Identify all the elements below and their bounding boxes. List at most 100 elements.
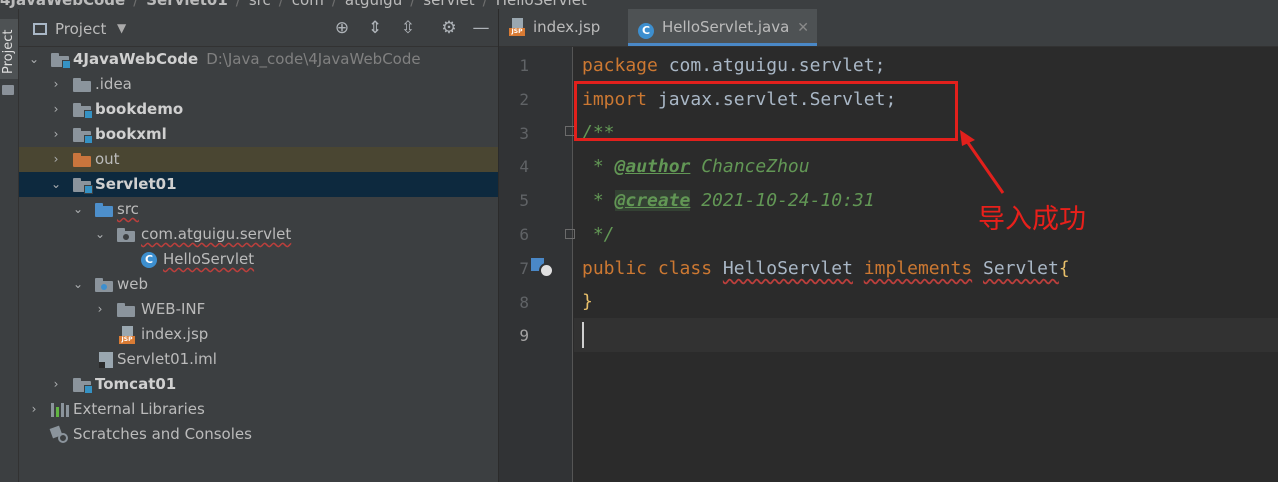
libraries-icon bbox=[51, 403, 69, 417]
gear-icon[interactable]: ⚙ bbox=[439, 18, 459, 38]
tree-item-external-libraries[interactable]: › External Libraries bbox=[19, 397, 498, 422]
folder-icon bbox=[73, 78, 91, 92]
project-view-selector[interactable]: Project bbox=[55, 20, 106, 38]
module-file-icon bbox=[99, 352, 113, 368]
expand-all-icon[interactable]: ⇕ bbox=[365, 18, 385, 38]
code-line-8: } bbox=[582, 291, 593, 312]
tree-item-root-label: 4JavaWebCode bbox=[73, 50, 199, 68]
tree-item-root[interactable]: ⌄ 4JavaWebCode D:\Java_code\4JavaWebCode bbox=[19, 47, 498, 72]
chevron-right-icon[interactable]: › bbox=[27, 397, 41, 422]
web-folder-icon bbox=[95, 278, 113, 292]
tree-item-label: src bbox=[117, 200, 139, 218]
tree-item-label: web bbox=[117, 275, 149, 293]
breadcrumb-item-class[interactable]: HelloServlet bbox=[496, 0, 587, 9]
tree-item-label: WEB-INF bbox=[141, 300, 206, 318]
code-line-1: package com.atguigu.servlet; bbox=[582, 55, 886, 76]
breadcrumb-item-project[interactable]: 4JavaWebCode bbox=[0, 0, 125, 9]
close-icon[interactable]: ✕ bbox=[797, 20, 809, 36]
tree-item-idea[interactable]: › .idea bbox=[19, 72, 498, 97]
tree-item-label: bookdemo bbox=[95, 100, 184, 118]
jsp-file-icon: JSP bbox=[119, 326, 135, 344]
tab-index-jsp[interactable]: JSP index.jsp bbox=[509, 9, 600, 46]
tab-helloservlet-java[interactable]: C HelloServlet.java ✕ bbox=[628, 9, 818, 46]
module-folder-icon bbox=[73, 178, 93, 194]
code-line-6: */ bbox=[582, 224, 615, 245]
line-number: 3 bbox=[519, 124, 529, 143]
project-panel: Project ▼ ⊕ ⇕ ⇳ ⚙ — ⌄ 4JavaWebCode D:\Jav… bbox=[19, 9, 498, 482]
chevron-down-icon[interactable]: ⌄ bbox=[71, 197, 85, 222]
code-line-5: * @create 2021-10-24-10:31 bbox=[582, 190, 875, 211]
project-panel-header: Project ▼ ⊕ ⇕ ⇳ ⚙ — bbox=[19, 9, 498, 47]
breadcrumb-item-atguigu[interactable]: atguigu bbox=[345, 0, 402, 9]
package-icon bbox=[117, 228, 135, 242]
locate-icon[interactable]: ⊕ bbox=[332, 18, 352, 38]
chevron-down-icon[interactable]: ⌄ bbox=[49, 172, 63, 197]
collapse-all-icon[interactable]: ⇳ bbox=[398, 18, 418, 38]
class-icon: C bbox=[638, 23, 654, 39]
current-line-highlight bbox=[574, 318, 1278, 352]
chevron-right-icon[interactable]: › bbox=[93, 297, 107, 322]
line-number: 4 bbox=[519, 157, 529, 176]
chevron-right-icon[interactable]: › bbox=[49, 72, 63, 97]
tree-item-bookxml[interactable]: › bookxml bbox=[19, 122, 498, 147]
tree-item-webinf[interactable]: › WEB-INF bbox=[19, 297, 498, 322]
tree-item-servlet01[interactable]: ⌄ Servlet01 bbox=[19, 172, 498, 197]
tree-item-indexjsp[interactable]: JSP index.jsp bbox=[19, 322, 498, 347]
breadcrumb-item-module[interactable]: Servlet01 bbox=[146, 0, 228, 9]
breadcrumb-item-src[interactable]: src bbox=[249, 0, 271, 9]
breadcrumb: 4JavaWebCode / Servlet01/src / com / atguigu / s… bbox=[0, 0, 1278, 9]
code-line-7: public class HelloServlet implements Ser… bbox=[582, 258, 1070, 279]
chevron-down-icon[interactable]: ⌄ bbox=[93, 222, 107, 247]
project-tool-tab-label: Project bbox=[1, 29, 16, 74]
tree-item-web[interactable]: ⌄ web bbox=[19, 272, 498, 297]
line-number: 1 bbox=[519, 56, 529, 75]
tree-item-label: index.jsp bbox=[141, 325, 209, 343]
line-number: 8 bbox=[519, 293, 529, 312]
breadcrumb-item-com[interactable]: com bbox=[292, 0, 324, 9]
line-number: 7 bbox=[519, 259, 529, 278]
scratches-icon bbox=[49, 425, 69, 443]
breadcrumb-item-servlet[interactable]: servlet bbox=[423, 0, 474, 9]
excluded-folder-icon bbox=[73, 153, 91, 167]
tree-item-label: External Libraries bbox=[73, 400, 205, 418]
code-line-4: * @author ChanceZhou bbox=[582, 156, 810, 177]
module-folder-icon bbox=[73, 378, 93, 394]
folder-icon bbox=[117, 303, 135, 317]
chevron-right-icon[interactable]: › bbox=[49, 147, 63, 172]
chevron-right-icon[interactable]: › bbox=[49, 372, 63, 397]
project-tree: ⌄ 4JavaWebCode D:\Java_code\4JavaWebCode … bbox=[19, 47, 498, 447]
tree-item-out[interactable]: › out bbox=[19, 147, 498, 172]
tree-item-scratches[interactable]: Scratches and Consoles bbox=[19, 422, 498, 447]
project-window-icon bbox=[33, 23, 47, 35]
line-number: 9 bbox=[519, 326, 529, 345]
chevron-right-icon[interactable]: › bbox=[49, 97, 63, 122]
line-number: 2 bbox=[519, 90, 529, 109]
source-folder-icon bbox=[95, 203, 113, 217]
hide-panel-icon[interactable]: — bbox=[471, 18, 491, 38]
tree-item-iml[interactable]: Servlet01.iml bbox=[19, 347, 498, 372]
jsp-file-icon: JSP bbox=[509, 18, 525, 36]
tree-item-helloservlet[interactable]: C HelloServlet bbox=[19, 247, 498, 272]
chevron-right-icon[interactable]: › bbox=[49, 122, 63, 147]
line-number: 5 bbox=[519, 191, 529, 210]
tree-item-tomcat01[interactable]: › Tomcat01 bbox=[19, 372, 498, 397]
tree-item-bookdemo[interactable]: › bookdemo bbox=[19, 97, 498, 122]
tree-item-label: Scratches and Consoles bbox=[73, 425, 252, 443]
module-folder-icon bbox=[51, 53, 71, 69]
tree-item-label: bookxml bbox=[95, 125, 167, 143]
tree-item-label: .idea bbox=[95, 75, 132, 93]
tree-item-label: Servlet01.iml bbox=[117, 350, 217, 368]
chevron-down-icon[interactable]: ▼ bbox=[117, 21, 126, 35]
tree-item-src[interactable]: ⌄ src bbox=[19, 197, 498, 222]
chevron-down-icon[interactable]: ⌄ bbox=[71, 272, 85, 297]
project-tool-tab[interactable]: Project bbox=[0, 19, 18, 95]
tree-item-label: com.atguigu.servlet bbox=[141, 225, 292, 243]
tree-item-package[interactable]: ⌄ com.atguigu.servlet bbox=[19, 222, 498, 247]
tree-item-label: out bbox=[95, 150, 120, 168]
servlet-gutter-icon[interactable] bbox=[531, 256, 554, 278]
highlight-box bbox=[574, 81, 958, 141]
line-number: 6 bbox=[519, 225, 529, 244]
annotation-text: 导入成功 bbox=[978, 204, 1086, 235]
text-caret bbox=[582, 322, 584, 348]
chevron-down-icon[interactable]: ⌄ bbox=[27, 47, 41, 72]
